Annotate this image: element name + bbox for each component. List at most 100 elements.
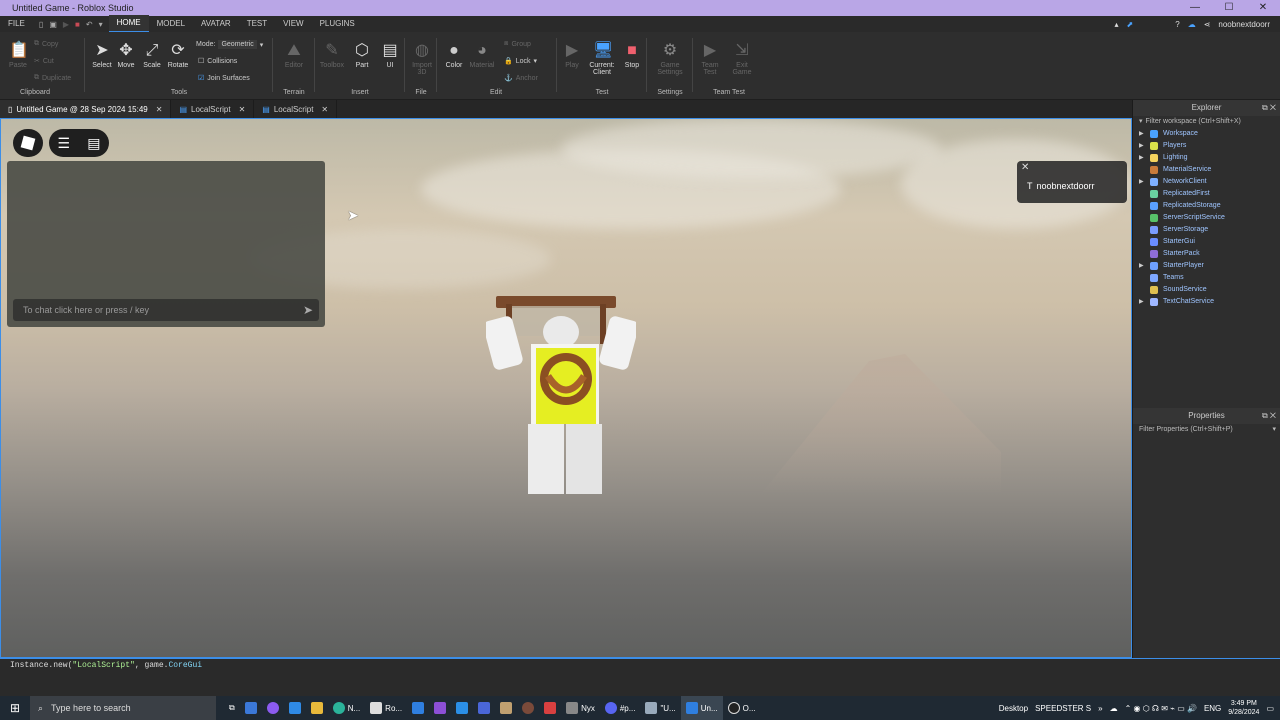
- expand-arrow-icon[interactable]: ▶: [1139, 176, 1145, 188]
- new-file-icon[interactable]: ▯: [39, 20, 43, 29]
- hamburger-menu-icon[interactable]: ☰: [58, 135, 71, 152]
- color-button[interactable]: ● Color: [440, 42, 468, 69]
- explorer-item-networkclient[interactable]: ▶ NetworkClient: [1133, 176, 1280, 188]
- collapse-ribbon-icon[interactable]: ▴: [1115, 20, 1119, 29]
- taskbar-app-nyx[interactable]: Nyx: [561, 696, 600, 720]
- notifications-icon[interactable]: ▭: [1266, 704, 1274, 713]
- share-icon[interactable]: ⬈: [1127, 20, 1134, 29]
- minimize-button[interactable]: —: [1178, 0, 1212, 16]
- tab-model[interactable]: MODEL: [149, 16, 193, 32]
- game-viewport[interactable]: ☰ ▤ To chat click here or press / key ➤ …: [0, 118, 1132, 658]
- taskbar-app-roblox[interactable]: Ro...: [365, 696, 407, 720]
- explorer-item-materialservice[interactable]: MaterialService: [1133, 164, 1280, 176]
- taskbar-search[interactable]: ⌕ Type here to search: [30, 696, 216, 720]
- explorer-filter[interactable]: ▾ Filter workspace (Ctrl+Shift+X): [1133, 116, 1280, 128]
- vscode-icon[interactable]: [451, 696, 473, 720]
- command-bar[interactable]: Instance.new("LocalScript", game.CoreGui: [0, 658, 1280, 672]
- taskbar-app-edge[interactable]: N...: [328, 696, 365, 720]
- play-button[interactable]: ▶ Play: [558, 42, 586, 69]
- close-icon[interactable]: ✕: [1021, 162, 1029, 173]
- ui-button[interactable]: ▤ UI: [376, 42, 404, 69]
- undo-icon[interactable]: ↶: [86, 20, 93, 29]
- desktop-label[interactable]: Desktop: [999, 704, 1028, 713]
- weather-icon[interactable]: ☁: [1110, 704, 1118, 713]
- image-app-icon[interactable]: [495, 696, 517, 720]
- doc-tab-game[interactable]: ▯ Untitled Game @ 28 Sep 2024 15:49 ✕: [0, 100, 172, 118]
- move-button[interactable]: ✥ Move: [112, 42, 140, 69]
- chat-input[interactable]: To chat click here or press / key ➤: [13, 299, 319, 321]
- tab-plugins[interactable]: PLUGINS: [312, 16, 363, 32]
- explorer-item-starterpack[interactable]: StarterPack: [1133, 248, 1280, 260]
- explorer-item-players[interactable]: ▶ Players: [1133, 140, 1280, 152]
- folder-icon[interactable]: [306, 696, 328, 720]
- close-tab-icon[interactable]: ✕: [156, 105, 163, 114]
- user-name[interactable]: noobnextdoorr: [1218, 20, 1270, 29]
- copy-button[interactable]: ⧉ Copy: [34, 40, 58, 48]
- doc-tab-localscript-2[interactable]: ▤ LocalScript ✕: [254, 100, 338, 118]
- explorer-item-serverstorage[interactable]: ServerStorage: [1133, 224, 1280, 236]
- menu-file[interactable]: FILE: [0, 16, 33, 32]
- taskbar-app-studio[interactable]: Un...: [680, 696, 723, 720]
- exit-game-button[interactable]: ⇲ Exit Game: [728, 42, 756, 76]
- tab-test[interactable]: TEST: [239, 16, 275, 32]
- duplicate-button[interactable]: ⧉ Duplicate: [34, 74, 71, 82]
- lock-button[interactable]: 🔒 Lock ▾: [504, 57, 537, 66]
- store-icon[interactable]: [240, 696, 262, 720]
- close-button[interactable]: ✕: [1246, 0, 1280, 16]
- explorer-item-textchatservice[interactable]: ▶ TextChatService: [1133, 296, 1280, 308]
- cut-button[interactable]: ✂ Cut: [34, 57, 54, 66]
- part-button[interactable]: ⬡ Part: [348, 42, 376, 69]
- rotate-button[interactable]: ⟳ Rotate: [164, 42, 192, 69]
- explorer-item-startergui[interactable]: StarterGui: [1133, 236, 1280, 248]
- stop-icon[interactable]: ■: [75, 20, 80, 29]
- terrain-editor-button[interactable]: ⛰ Editor: [280, 42, 308, 69]
- roblox-menu-button[interactable]: [13, 129, 43, 157]
- mail-icon[interactable]: [284, 696, 306, 720]
- expand-arrow-icon[interactable]: ▶: [1139, 140, 1145, 152]
- mode-selector[interactable]: Mode: Geometric ▾: [196, 40, 263, 49]
- tab-home[interactable]: HOME: [108, 15, 149, 33]
- explorer-item-serverscriptservice[interactable]: ServerScriptService: [1133, 212, 1280, 224]
- doc-tab-localscript[interactable]: ▤ LocalScript ✕: [171, 100, 255, 118]
- import-3d-button[interactable]: ◍ Import 3D: [408, 42, 436, 76]
- windows-start-icon[interactable]: ⊞: [0, 701, 30, 715]
- explorer-item-workspace[interactable]: ▶ Workspace: [1133, 128, 1280, 140]
- join-surfaces-checkbox[interactable]: ☑ Join Surfaces: [198, 74, 250, 83]
- close-panel-icon[interactable]: ✕: [1270, 103, 1276, 112]
- tab-view[interactable]: VIEW: [275, 16, 311, 32]
- expand-arrow-icon[interactable]: ▶: [1139, 152, 1145, 164]
- scale-button[interactable]: ⤢ Scale: [138, 42, 166, 69]
- cloud-icon[interactable]: ☁: [1188, 20, 1196, 29]
- red-app-icon[interactable]: [539, 696, 561, 720]
- help-icon[interactable]: ?: [1175, 20, 1179, 29]
- anchor-button[interactable]: ⚓ Anchor: [504, 74, 538, 83]
- toolbox-button[interactable]: ✎ Toolbox: [318, 42, 346, 69]
- close-tab-icon[interactable]: ✕: [239, 105, 246, 114]
- group-button[interactable]: ⧈ Group: [504, 40, 531, 48]
- explorer-item-replicatedstorage[interactable]: ReplicatedStorage: [1133, 200, 1280, 212]
- expand-arrow-icon[interactable]: ▶: [1139, 296, 1145, 308]
- explorer-item-soundservice[interactable]: SoundService: [1133, 284, 1280, 296]
- properties-filter[interactable]: Filter Properties (Ctrl+Shift+P) ▾: [1133, 424, 1280, 436]
- current-client-button[interactable]: 🖥 Current: Client: [586, 42, 618, 76]
- share-network-icon[interactable]: ⋖: [1204, 20, 1211, 29]
- expand-arrow-icon[interactable]: ▶: [1139, 128, 1145, 140]
- dropdown-icon[interactable]: ▾: [99, 20, 103, 29]
- undock-icon[interactable]: ⧉: [1262, 411, 1268, 420]
- explorer-item-replicatedfirst[interactable]: ReplicatedFirst: [1133, 188, 1280, 200]
- explorer-item-starterplayer[interactable]: ▶ StarterPlayer: [1133, 260, 1280, 272]
- task-view-icon[interactable]: ⧉: [224, 696, 240, 720]
- language-indicator[interactable]: ENG: [1204, 704, 1221, 713]
- chat-icon[interactable]: ▤: [87, 135, 100, 152]
- taskbar-app-notes[interactable]: "U...: [640, 696, 680, 720]
- close-tab-icon[interactable]: ✕: [321, 105, 328, 114]
- explorer-item-lighting[interactable]: ▶ Lighting: [1133, 152, 1280, 164]
- messenger-icon[interactable]: [262, 696, 284, 720]
- expand-arrow-icon[interactable]: ▶: [1139, 260, 1145, 272]
- undock-icon[interactable]: ⧉: [1262, 103, 1268, 112]
- more-icon[interactable]: »: [1098, 704, 1102, 713]
- material-button[interactable]: ◕ Material: [468, 42, 496, 69]
- paste-button[interactable]: 📋 Paste: [4, 42, 32, 69]
- stop-button[interactable]: ■ Stop: [618, 42, 646, 69]
- send-icon[interactable]: ➤: [303, 299, 313, 321]
